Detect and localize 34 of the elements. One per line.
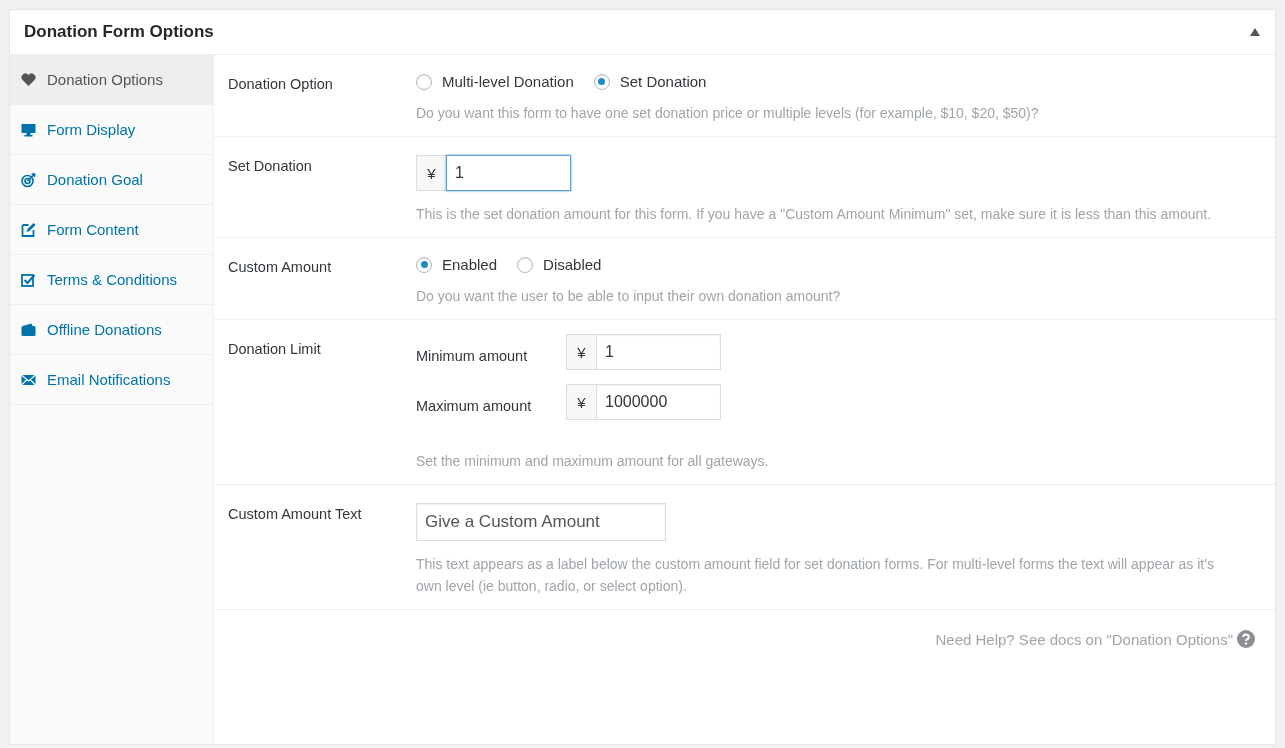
- field-label: Custom Amount Text: [228, 506, 362, 522]
- field-description: Do you want the user to be able to input their own donation amount?: [416, 287, 842, 306]
- radio-option[interactable]: Disabled: [517, 256, 602, 273]
- heart-icon: [20, 71, 37, 88]
- field-label: Minimum amount: [416, 347, 529, 364]
- checkbox-icon: [20, 271, 37, 288]
- amount-field[interactable]: 1: [446, 155, 571, 191]
- wallet-icon: [20, 321, 37, 338]
- amount-field[interactable]: 1: [596, 334, 721, 370]
- panel-title: Donation Form Options: [24, 22, 214, 42]
- target-icon: [20, 171, 37, 188]
- collapse-icon[interactable]: [1249, 27, 1261, 37]
- monitor-icon: [20, 121, 37, 138]
- text-field[interactable]: Give a Custom Amount: [416, 503, 666, 541]
- field-description: Do you want this form to have one set donation price or multiple levels (for example, $10, $20, $50)?: [416, 104, 1040, 123]
- field-description: Set the minimum and maximum amount for all gateways.: [416, 452, 770, 471]
- currency-symbol: ¥: [566, 334, 596, 370]
- field-label: Maximum amount: [416, 397, 533, 414]
- currency-symbol: ¥: [416, 155, 446, 191]
- field-label: Donation Option: [228, 76, 333, 92]
- sidebar-tab[interactable]: Donation Options: [10, 55, 213, 105]
- field-description: This text appears as a label below the custom amount field for set donation forms. For multi-level forms the text will appear as it's own level (ie button, radio, or select option).: [416, 555, 1215, 596]
- edit-icon: [20, 221, 37, 238]
- field-label: Donation Limit: [228, 341, 321, 357]
- field-description: This is the set donation amount for this form. If you have a "Custom Amount Minimum" set, make sure it is less than this amount.: [416, 205, 1213, 224]
- currency-symbol: ¥: [566, 384, 596, 420]
- field-label: Set Donation: [228, 158, 312, 174]
- radio-option[interactable]: Set Donation: [593, 73, 707, 90]
- radio-option[interactable]: Enabled: [416, 256, 498, 273]
- help-icon[interactable]: [1237, 630, 1255, 648]
- radio-option[interactable]: Multi-level Donation: [416, 73, 574, 90]
- help-text: Need Help? See docs on "Donation Options": [935, 630, 1233, 648]
- field-label: Custom Amount: [228, 259, 332, 275]
- amount-field[interactable]: 1000000: [596, 384, 721, 420]
